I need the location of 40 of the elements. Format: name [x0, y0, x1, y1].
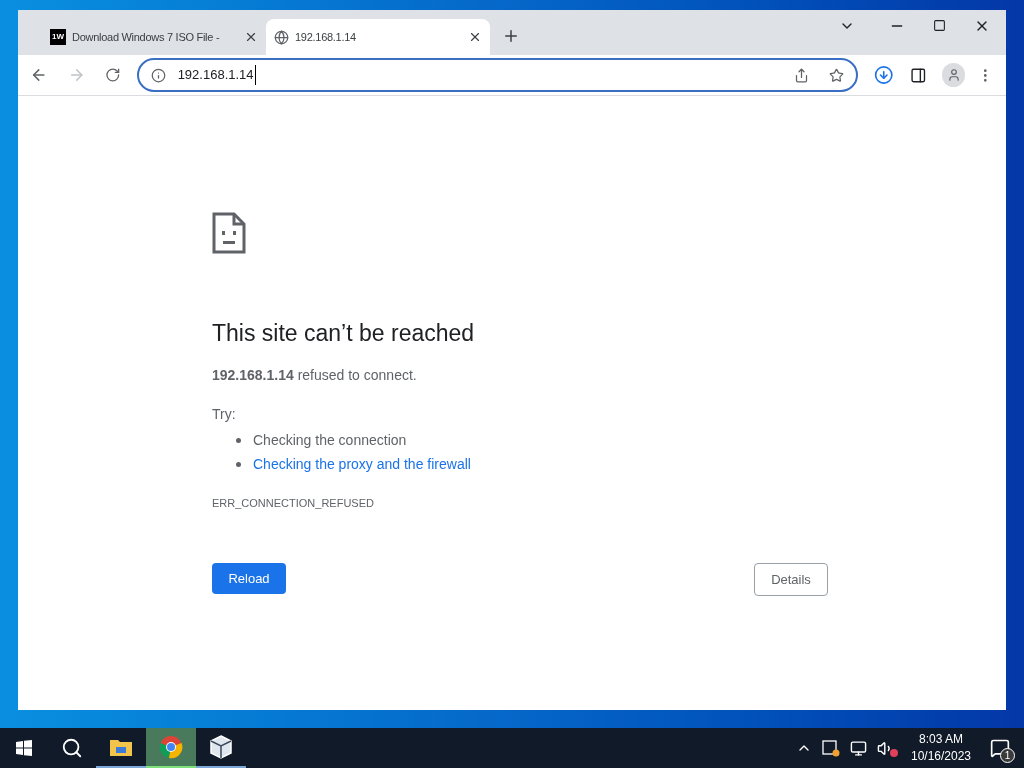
close-icon[interactable]: [244, 30, 258, 44]
notification-badge: 1: [1000, 748, 1015, 763]
info-icon: [150, 67, 166, 83]
suggestion-text: Checking the connection: [253, 431, 407, 450]
cube-icon: [210, 735, 232, 759]
folder-icon: [109, 737, 133, 757]
new-tab-icon[interactable]: [502, 27, 520, 45]
reload-icon[interactable]: [105, 67, 121, 83]
notification-icon: [990, 738, 1010, 758]
start-icon[interactable]: [16, 740, 32, 756]
suggestion-link[interactable]: Checking the proxy and the firewall: [253, 454, 471, 475]
clock-time[interactable]: 8:03 AM: [919, 731, 963, 748]
maximize-icon[interactable]: [933, 19, 946, 32]
profile-avatar[interactable]: [942, 63, 966, 87]
chrome-icon: [159, 735, 183, 759]
globe-icon: [274, 29, 289, 45]
side-panel-icon[interactable]: [909, 66, 927, 84]
clock-date[interactable]: 10/16/2023: [910, 748, 972, 765]
tab-title: 192.168.1.14: [295, 29, 357, 45]
site-logo: 1W: [50, 29, 66, 45]
sad-page-icon: [212, 212, 246, 254]
search-icon[interactable]: [61, 737, 83, 759]
error-message: 192.168.1.14 refused to connect.: [212, 365, 418, 385]
bullet-icon: [236, 462, 241, 467]
notification-button[interactable]: 1: [976, 728, 1024, 768]
bullet-icon: [236, 438, 241, 443]
network-icon[interactable]: [850, 739, 867, 757]
reload-button[interactable]: Reload: [212, 563, 286, 594]
tab-title: Download Windows 7 ISO File -: [72, 29, 221, 45]
details-button[interactable]: Details: [754, 563, 828, 596]
download-icon[interactable]: [874, 65, 894, 85]
error-title: This site can’t be reached: [212, 319, 476, 348]
address-bar[interactable]: 192.168.1.14: [136, 58, 859, 92]
browser-tab[interactable]: 192.168.1.14: [266, 19, 490, 55]
share-icon[interactable]: [794, 67, 810, 83]
close-icon[interactable]: [468, 30, 482, 44]
address-text: 192.168.1.14: [177, 65, 256, 85]
error-code: ERR_CONNECTION_REFUSED: [212, 495, 375, 511]
bookmark-star-icon[interactable]: [829, 67, 845, 83]
try-label: Try:: [212, 404, 237, 424]
